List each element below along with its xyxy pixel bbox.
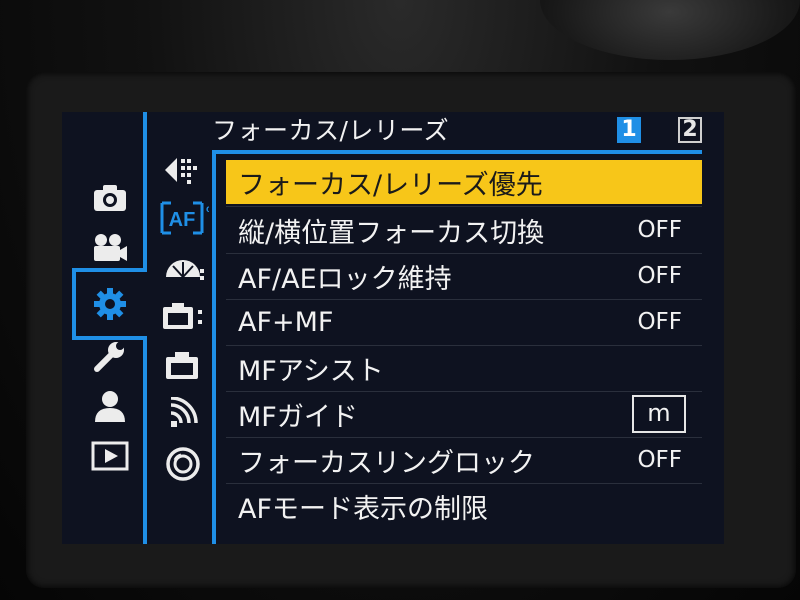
sub-tab-rail xyxy=(212,150,216,544)
lens-icon[interactable] xyxy=(158,444,208,484)
svg-text:AF: AF xyxy=(169,209,196,231)
menu-item-mf-assist[interactable]: MFアシスト xyxy=(226,346,702,390)
active-tab-border xyxy=(72,268,76,340)
menu-item-mf-guide[interactable]: MFガイド m xyxy=(226,392,702,436)
exposure-meter-icon[interactable] xyxy=(158,248,208,288)
menu-item-label: フォーカスリングロック xyxy=(238,447,535,479)
menu-item-af-ae-lock-hold[interactable]: AF/AEロック維持 OFF xyxy=(226,254,702,298)
main-tab-rail xyxy=(143,112,147,270)
playback-icon[interactable] xyxy=(88,438,132,474)
page-2-indicator[interactable]: 2 xyxy=(678,117,702,143)
svg-text:c: c xyxy=(206,204,209,215)
gear-icon[interactable] xyxy=(88,284,132,324)
menu-item-label: AF/AEロック維持 xyxy=(238,263,452,295)
menu-item-label: 縦/横位置フォーカス切換 xyxy=(238,217,545,249)
menu-item-label: フォーカス/レリーズ優先 xyxy=(238,169,543,201)
person-icon[interactable] xyxy=(88,386,132,426)
menu-item-label: MFアシスト xyxy=(238,355,384,387)
menu-item-focus-ring-lock[interactable]: フォーカスリングロック OFF xyxy=(226,438,702,482)
menu-item-label: AF+MF xyxy=(238,306,334,338)
menu-item-value: OFF xyxy=(637,309,682,335)
camera-outline-icon[interactable] xyxy=(158,346,208,386)
menu-item-label: AFモード表示の制限 xyxy=(238,493,489,525)
menu-item-label: MFガイド xyxy=(238,401,358,433)
menu-title: フォーカス/レリーズ xyxy=(212,116,450,145)
wireless-icon[interactable] xyxy=(158,394,208,434)
menu-item-value: OFF xyxy=(637,447,682,473)
active-tab-border xyxy=(72,268,147,272)
main-tab-rail xyxy=(143,338,147,544)
page-1-indicator[interactable]: 1 xyxy=(617,117,641,143)
wrench-icon[interactable] xyxy=(88,336,132,376)
menu-item-value: OFF xyxy=(637,217,682,243)
mf-guide-unit-box: m xyxy=(632,395,686,433)
camera-icon[interactable] xyxy=(88,180,132,216)
af-icon[interactable]: AF c xyxy=(158,198,210,238)
movie-camera-icon[interactable] xyxy=(88,230,132,266)
menu-item-orientation-focus-switch[interactable]: 縦/横位置フォーカス切換 OFF xyxy=(226,208,702,252)
menu-item-value: OFF xyxy=(637,263,682,289)
sub-tab-border xyxy=(212,150,702,154)
menu-item-af-mode-display-limit[interactable]: AFモード表示の制限 xyxy=(226,484,702,528)
divider xyxy=(226,206,702,207)
menu-item-focus-release-priority[interactable]: フォーカス/レリーズ優先 xyxy=(226,160,702,204)
menu-item-af-mf[interactable]: AF+MF OFF xyxy=(226,300,702,344)
camera-settings-icon[interactable] xyxy=(158,296,208,336)
custom-sliders-icon[interactable] xyxy=(158,150,208,190)
